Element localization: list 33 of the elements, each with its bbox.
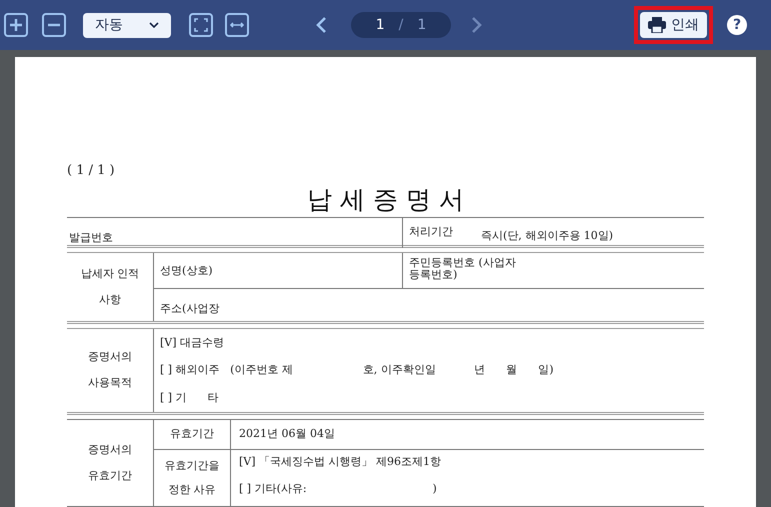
validity-period-label: 유효기간 [170,426,214,442]
help-button[interactable]: ? [727,15,747,35]
zoom-out-icon[interactable] [42,13,66,37]
issue-number-label: 발급번호 [69,230,113,244]
printer-icon [648,17,666,33]
validity-reason-option: [V] 「국세징수법 시행령」 제96조제1항 [239,454,696,470]
id-number-label: 주민등록번호 (사업자등록번호) [409,256,517,280]
section-label: 증명서의 유효기간 [87,442,133,484]
purpose-option: [V] 대금수령 [160,334,698,351]
chevron-down-icon [149,22,159,28]
total-pages: 1 [417,16,426,34]
purpose-option: [ ] 해외이주 (이주번호 제 호, 이주확인일 년 월 일) [160,362,698,378]
section-label: 증명서의 사용목적 [87,349,133,392]
address-label: 주소(사업장 [160,302,220,314]
zoom-select[interactable]: 자동 [83,12,171,38]
page-separator: / [398,16,404,34]
current-page[interactable]: 1 [376,14,385,36]
name-label: 성명(상호) [160,264,213,276]
document-title: 납 세 증 명 서 [307,184,464,214]
section-label: 납세자 인적사항 [80,266,140,308]
next-page-icon[interactable] [471,16,483,34]
validity-period-value: 2021년 06월 04일 [239,426,335,442]
validity-reason-label: 유효기간을 정한 사유 [164,458,220,498]
zoom-in-icon[interactable] [4,13,28,37]
page-counter: ( 1 / 1 ) [67,162,115,180]
fit-width-icon[interactable] [225,13,249,37]
purpose-option: [ ] 기 타 [160,390,698,406]
validity-reason-option: [ ] 기타(사유: ) [239,480,696,497]
previous-page-icon[interactable] [315,16,327,34]
processing-period-value: 즉시(단, 해외이주용 10일) [481,228,614,244]
processing-period-label: 처리기간 [409,224,453,240]
print-button[interactable]: 인쇄 [640,12,707,38]
fit-page-icon[interactable] [189,13,213,37]
